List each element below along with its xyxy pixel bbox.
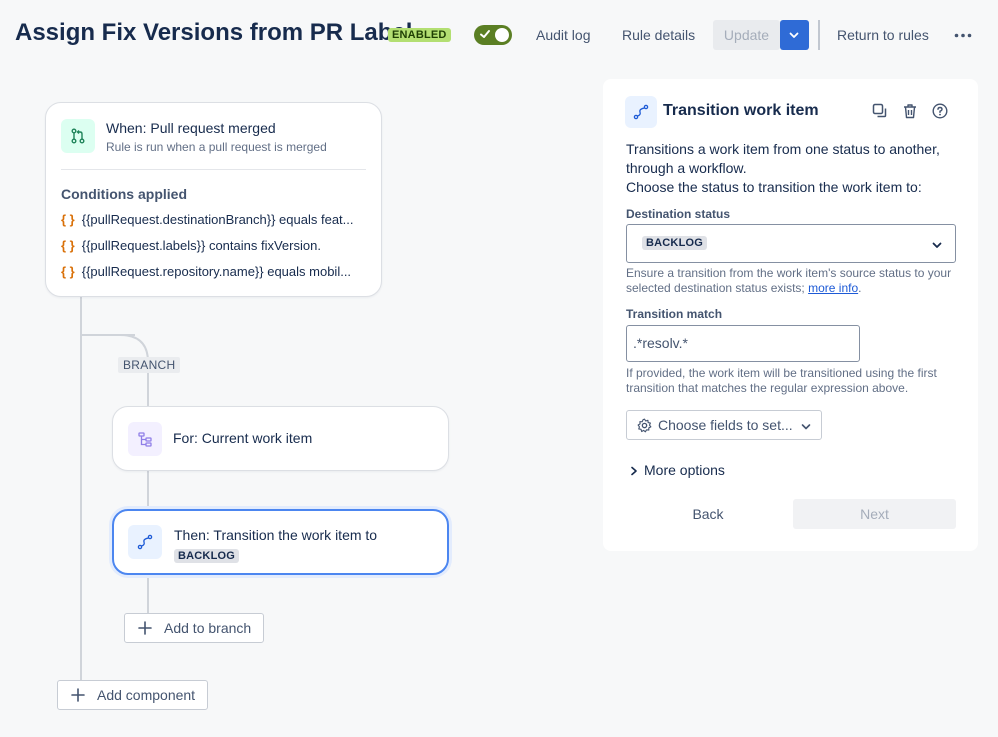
conditions-heading: Conditions applied bbox=[61, 186, 187, 202]
action-icon-box bbox=[128, 525, 162, 559]
add-to-branch-button[interactable]: Add to branch bbox=[124, 613, 264, 643]
update-button[interactable]: Update bbox=[713, 20, 780, 50]
action-status-lozenge: BACKLOG bbox=[174, 549, 240, 563]
chevron-down-icon bbox=[801, 424, 811, 430]
trigger-title: When: Pull request merged bbox=[106, 120, 276, 136]
pull-request-icon bbox=[71, 128, 85, 144]
branch-tree-icon bbox=[138, 432, 152, 447]
condition-item: { } {{pullRequest.destinationBranch}} equ… bbox=[61, 212, 354, 227]
trigger-icon-box bbox=[61, 119, 95, 153]
component-config-panel: Transition work item Transitions a work … bbox=[603, 79, 978, 551]
chevron-down-icon bbox=[789, 32, 799, 38]
rule-title: Assign Fix Versions from PR Label bbox=[15, 19, 413, 46]
status-badge: ENABLED bbox=[388, 28, 451, 42]
plus-icon bbox=[138, 621, 152, 635]
branch-for-label: For: Current work item bbox=[173, 430, 313, 446]
destination-help-text: Ensure a transition from the work item's… bbox=[626, 266, 952, 295]
condition-brace-icon: { } bbox=[61, 212, 75, 227]
condition-item: { } {{pullRequest.labels}} contains fixVe… bbox=[61, 238, 321, 253]
help-icon[interactable] bbox=[932, 103, 948, 119]
transition-match-help: If provided, the work item will be trans… bbox=[626, 366, 937, 395]
transition-icon bbox=[137, 534, 153, 550]
enable-toggle[interactable] bbox=[474, 25, 512, 45]
plus-icon bbox=[71, 688, 85, 702]
condition-item: { } {{pullRequest.repository.name}} equal… bbox=[61, 264, 352, 279]
branch-icon-box bbox=[128, 422, 162, 456]
transition-match-label: Transition match bbox=[626, 307, 723, 321]
transition-icon bbox=[633, 104, 649, 120]
connector-main bbox=[80, 296, 82, 681]
audit-log-button[interactable]: Audit log bbox=[536, 20, 590, 50]
connector-branch-v3 bbox=[147, 575, 149, 615]
card-divider bbox=[61, 169, 366, 170]
back-button[interactable]: Back bbox=[626, 499, 790, 529]
add-component-button[interactable]: Add component bbox=[57, 680, 208, 710]
condition-brace-icon: { } bbox=[61, 238, 75, 253]
trash-icon[interactable] bbox=[902, 103, 918, 119]
gear-icon bbox=[637, 418, 652, 433]
next-button[interactable]: Next bbox=[793, 499, 956, 529]
check-icon bbox=[480, 30, 490, 38]
destination-status-label: Destination status bbox=[626, 207, 731, 221]
connector-branch-v2 bbox=[147, 470, 149, 510]
action-status: BACKLOG bbox=[174, 546, 240, 563]
branch-for-card[interactable]: For: Current work item bbox=[112, 406, 449, 471]
condition-brace-icon: { } bbox=[61, 264, 75, 279]
more-info-link[interactable]: more info bbox=[808, 281, 858, 295]
more-options-icon[interactable] bbox=[954, 33, 972, 38]
update-dropdown-button[interactable] bbox=[780, 20, 809, 50]
rule-details-button[interactable]: Rule details bbox=[622, 20, 695, 50]
choose-fields-button[interactable]: Choose fields to set... bbox=[626, 410, 822, 440]
chevron-right-icon bbox=[631, 466, 637, 476]
copy-icon[interactable] bbox=[872, 103, 888, 119]
trigger-card[interactable]: When: Pull request merged Rule is run wh… bbox=[45, 102, 382, 297]
header-divider bbox=[818, 20, 820, 50]
branch-tag: BRANCH bbox=[118, 357, 181, 373]
panel-icon-box bbox=[625, 96, 657, 128]
destination-status-select[interactable]: BACKLOG bbox=[626, 224, 956, 263]
trigger-subtitle: Rule is run when a pull request is merge… bbox=[106, 140, 327, 154]
action-label: Then: Transition the work item to bbox=[174, 527, 378, 543]
destination-status-value: BACKLOG bbox=[642, 236, 708, 250]
panel-title: Transition work item bbox=[663, 102, 819, 119]
transition-match-input[interactable]: .*resolv.* bbox=[626, 325, 860, 362]
panel-description: Transitions a work item from one status … bbox=[626, 141, 940, 195]
action-card[interactable]: Then: Transition the work item to BACKLO… bbox=[112, 509, 449, 575]
return-to-rules-button[interactable]: Return to rules bbox=[837, 20, 929, 50]
toggle-knob bbox=[495, 28, 509, 42]
chevron-down-icon bbox=[932, 242, 942, 248]
